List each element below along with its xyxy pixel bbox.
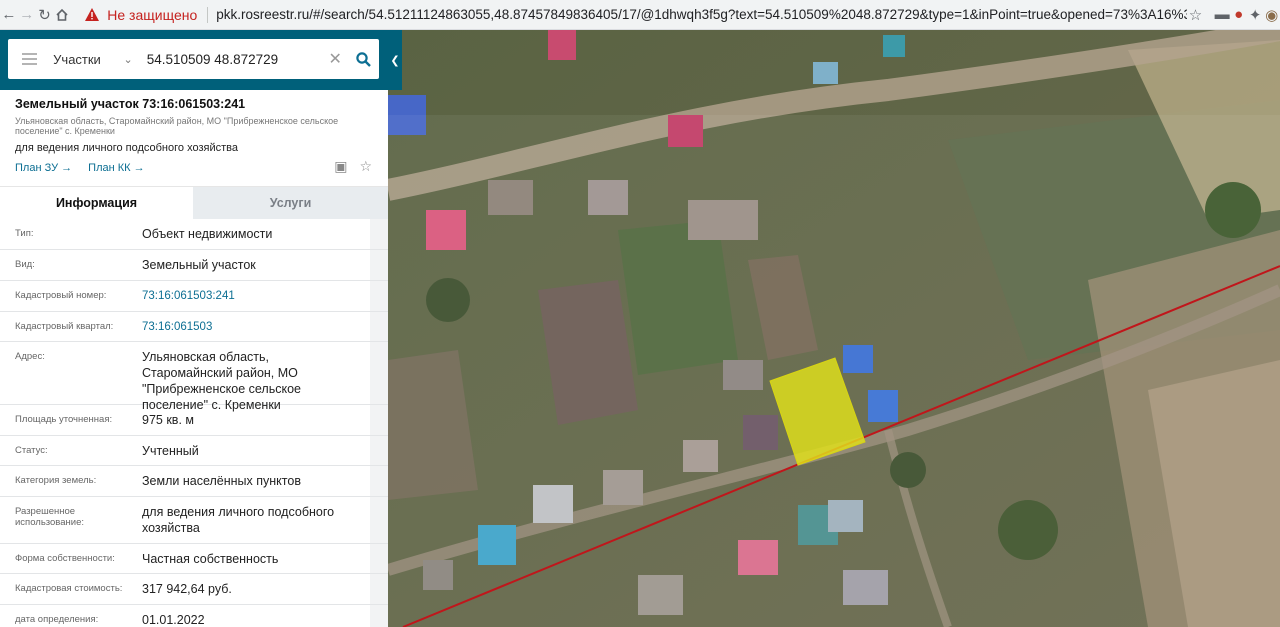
plan-zu-link[interactable]: План ЗУ → [15, 162, 72, 174]
object-address: Ульяновская область, Старомайнский район… [15, 116, 339, 136]
attr-label: Вид: [15, 259, 35, 270]
address-bar[interactable]: Не защищено pkk.rosreestr.ru/#/search/54… [79, 2, 1187, 28]
attr-label: Кадастровая стоимость: [15, 583, 123, 594]
collapse-chevron-icon[interactable]: ❮ [388, 30, 402, 90]
attr-label: Площадь уточненная: [15, 414, 113, 425]
plan-kk-link[interactable]: План КК → [88, 162, 144, 174]
tab-services[interactable]: Услуги [193, 187, 388, 219]
attr-value: Объект недвижимости [142, 227, 273, 241]
attr-label: Статус: [15, 445, 48, 456]
attr-label: Кадастровый номер: [15, 290, 107, 301]
attr-value: 975 кв. м [142, 413, 194, 427]
house-roof [813, 62, 838, 84]
attr-row-cadastral-quarter: Кадастровый квартал: 73:16:061503 [0, 312, 388, 342]
plan-zu-label: План ЗУ [15, 162, 59, 174]
info-tabs: Информация Услуги [0, 186, 388, 219]
chevron-down-icon: ⌄ [123, 53, 133, 66]
house-roof [883, 35, 905, 57]
info-sidebar: Участки ⌄ ✕ Земельный участок 73:16:0615… [0, 30, 388, 627]
attr-value: Частная собственность [142, 552, 279, 566]
avatar[interactable]: ◉ [1263, 2, 1280, 28]
url-text[interactable]: pkk.rosreestr.ru/#/search/54.51211124863… [216, 7, 1187, 22]
attr-row-address: Адрес: Ульяновская область, Старомайнски… [0, 342, 388, 412]
attr-value: 317 942,64 руб. [142, 582, 232, 596]
puzzle-icon[interactable]: ✦ [1247, 2, 1264, 28]
bookmark-star-icon[interactable]: ☆ [1187, 2, 1204, 28]
attr-row-status: Статус: Учтенный [0, 436, 388, 466]
attr-row-ownership: Форма собственности: Частная собственнос… [0, 544, 388, 574]
attr-value: Земельный участок [142, 258, 256, 272]
menu-icon[interactable] [22, 53, 38, 65]
attr-value: Ульяновская область, Старомайнский район… [142, 350, 301, 412]
clear-icon[interactable]: ✕ [326, 49, 345, 69]
reload-icon[interactable]: ↻ [36, 1, 54, 29]
attr-label: Форма собственности: [15, 553, 115, 564]
search-icon [356, 51, 372, 67]
address-divider [207, 6, 209, 23]
attr-label: Категория земель: [15, 475, 97, 486]
attr-row-kind: Вид: Земельный участок [0, 250, 388, 281]
attr-row-land-category: Категория земель: Земли населённых пункт… [0, 466, 388, 497]
attr-label: Разрешенное использование: [15, 506, 85, 528]
extension-icon[interactable]: ▬ [1214, 2, 1231, 28]
attr-row-area: Площадь уточненная: 975 кв. м [0, 405, 388, 436]
back-icon[interactable]: ← [0, 1, 18, 29]
favorite-star-icon[interactable]: ☆ [359, 158, 372, 175]
home-icon[interactable] [53, 1, 71, 29]
forward-icon[interactable]: → [18, 1, 36, 29]
attr-value: Учтенный [142, 444, 199, 458]
search-header: Участки ⌄ ✕ [0, 30, 388, 90]
object-usage: для ведения личного подсобного хозяйства [15, 142, 238, 154]
attr-value: 01.01.2022 [142, 613, 205, 627]
search-button[interactable] [349, 51, 379, 67]
attr-value: для ведения личного подсобного хозяйства [142, 505, 335, 535]
attributes-table: Тип: Объект недвижимости Вид: Земельный … [0, 219, 388, 627]
profile-extension-icon[interactable]: ● [1230, 2, 1247, 28]
object-header: Земельный участок 73:16:061503:241 Ульян… [0, 90, 388, 186]
search-input[interactable] [146, 51, 324, 67]
attr-label: Тип: [15, 228, 34, 239]
plan-kk-label: План КК [88, 162, 131, 174]
house-roof [548, 30, 576, 60]
satellite-map[interactable] [388, 30, 1280, 627]
attr-row-cadastral-value: Кадастровая стоимость: 317 942,64 руб. [0, 574, 388, 605]
attr-value: Земли населённых пунктов [142, 474, 301, 488]
attr-label: дата определения: [15, 614, 99, 625]
attr-row-type: Тип: Объект недвижимости [0, 219, 388, 250]
search-box: Участки ⌄ ✕ [8, 39, 379, 79]
attr-label: Кадастровый квартал: [15, 321, 114, 332]
plan-links: План ЗУ → План КК → [15, 162, 373, 174]
print-preview-icon[interactable]: ▣ [334, 158, 347, 175]
attr-row-permitted-use: Разрешенное использование: для ведения л… [0, 497, 388, 544]
warning-icon [85, 8, 100, 21]
attr-row-cadastral-number: Кадастровый номер: 73:16:061503:241 [0, 281, 388, 312]
search-type-select[interactable]: Участки ⌄ [53, 52, 139, 67]
insecure-label[interactable]: Не защищено [107, 7, 197, 23]
tab-information[interactable]: Информация [0, 187, 193, 219]
search-type-label: Участки [53, 51, 101, 67]
object-tools: ▣ ☆ [334, 158, 372, 175]
object-title: Земельный участок 73:16:061503:241 [15, 97, 246, 111]
cadastral-quarter-link[interactable]: 73:16:061503 [127, 312, 370, 341]
browser-toolbar: ← → ↻ Не защищено pkk.rosreestr.ru/#/sea… [0, 0, 1280, 30]
cadastral-number-link[interactable]: 73:16:061503:241 [127, 281, 370, 311]
attr-row-valuation-date: дата определения: 01.01.2022 [0, 605, 388, 627]
attr-label: Адрес: [15, 351, 45, 362]
